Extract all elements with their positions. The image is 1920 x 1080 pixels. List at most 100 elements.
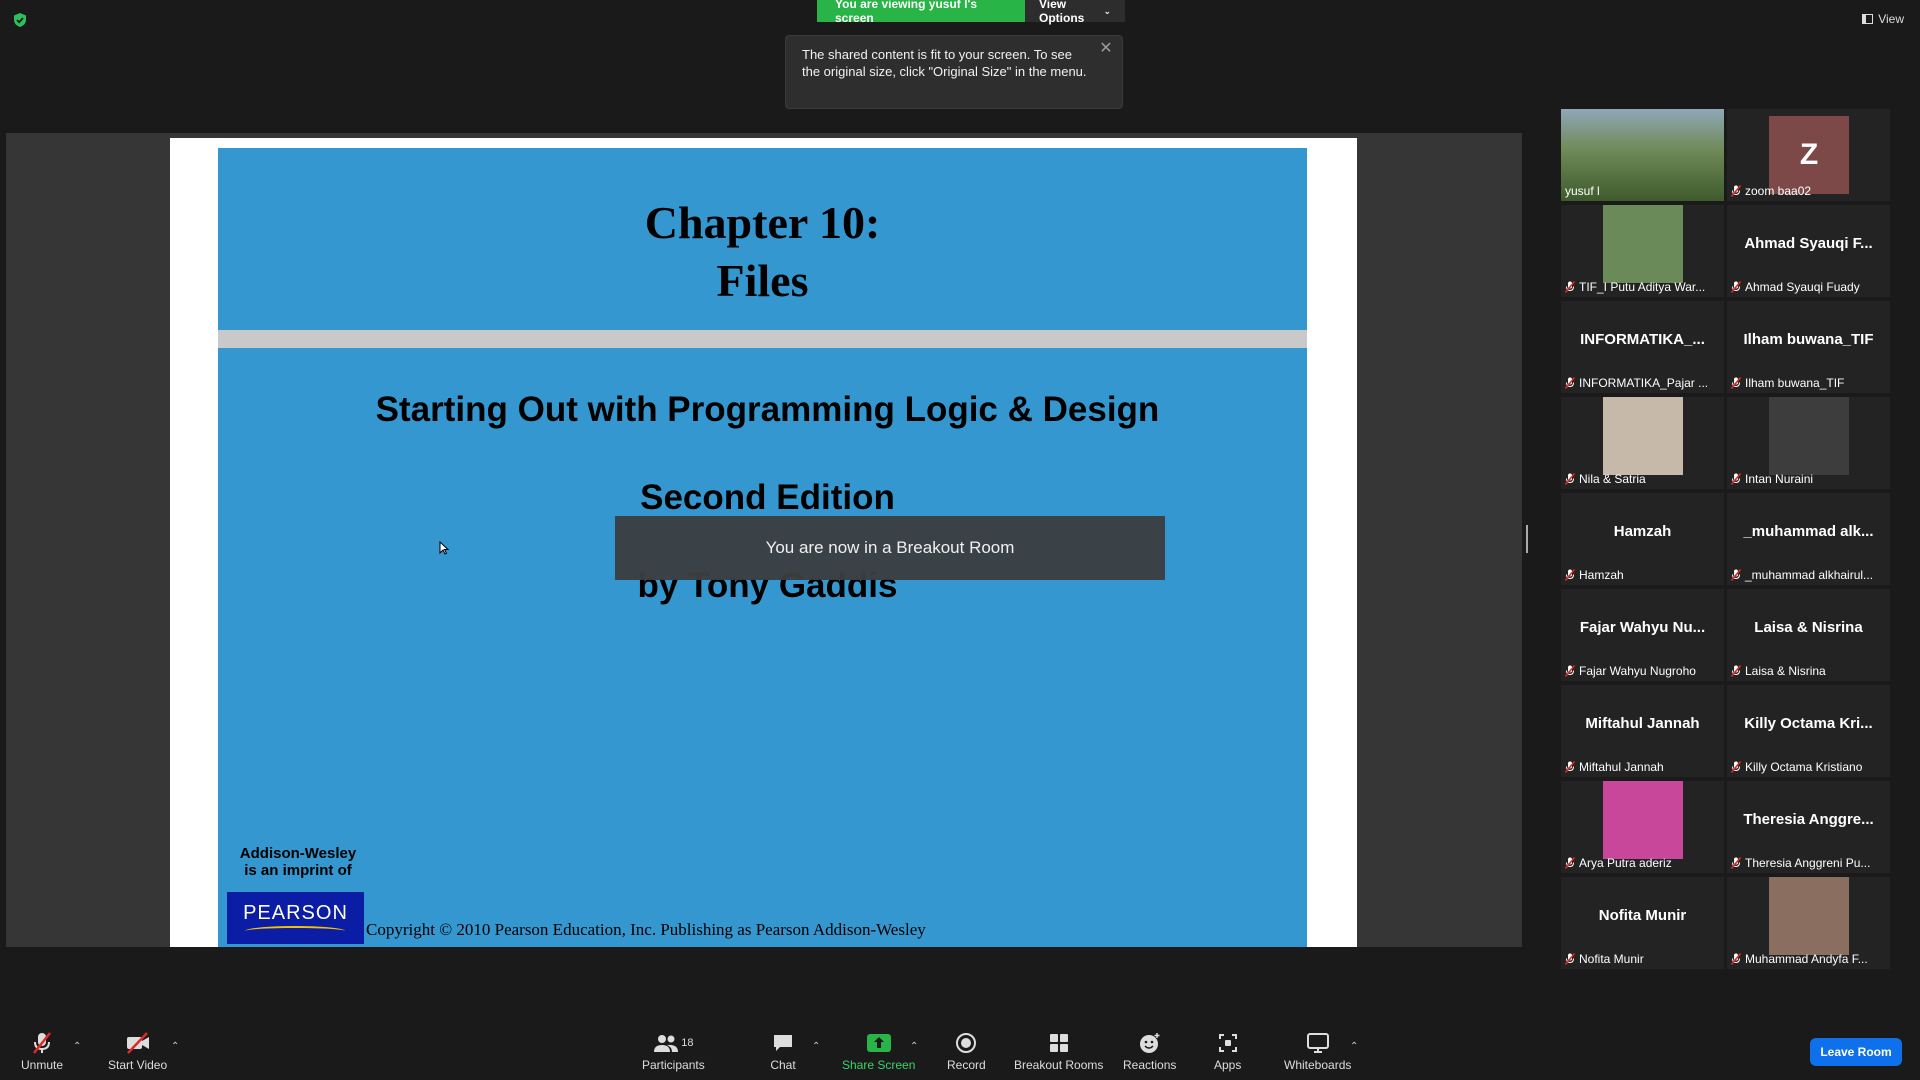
muted-mic-icon <box>1731 952 1742 966</box>
participant-tile[interactable]: Ahmad Syauqi F... Ahmad Syauqi Fuady <box>1727 205 1890 297</box>
chat-icon <box>770 1031 796 1055</box>
start-video-button[interactable]: Start Video <box>108 1031 167 1072</box>
view-options-label: View Options <box>1039 0 1085 25</box>
meeting-toolbar: Unmute ⌃ Start Video ⌃ 18 Participants C… <box>0 1019 1920 1080</box>
record-icon <box>953 1031 979 1055</box>
share-screen-button[interactable]: Share Screen <box>842 1031 915 1072</box>
participant-tile[interactable]: Hamzah Hamzah <box>1561 493 1724 585</box>
reactions-label: Reactions <box>1123 1058 1177 1072</box>
panel-resize-handle[interactable] <box>1526 525 1528 553</box>
participant-tile[interactable]: Ilham buwana_TIF Ilham buwana_TIF <box>1727 301 1890 393</box>
video-off-icon <box>125 1031 151 1055</box>
tooltip-text: The shared content is fit to your screen… <box>802 47 1087 79</box>
apps-icon <box>1215 1031 1241 1055</box>
participant-tile[interactable]: TIF_I Putu Aditya War... <box>1561 205 1724 297</box>
participant-display-name: Nofita Munir <box>1598 907 1687 924</box>
muted-mic-icon <box>1731 184 1742 198</box>
participant-name: Hamzah <box>1579 568 1624 582</box>
participant-tile[interactable]: Nofita Munir Nofita Munir <box>1561 877 1724 969</box>
participant-tile[interactable]: Intan Nuraini <box>1727 397 1890 489</box>
muted-mic-icon <box>1731 376 1742 390</box>
unmute-label: Unmute <box>21 1058 64 1072</box>
participant-label: Ahmad Syauqi Fuady <box>1731 280 1886 294</box>
participant-label: yusuf l <box>1565 184 1720 198</box>
view-options-button[interactable]: View Options ⌄ <box>1025 0 1125 25</box>
participant-tile[interactable]: Nila & Satria <box>1561 397 1724 489</box>
muted-mic-icon <box>1731 280 1742 294</box>
participant-label: Nila & Satria <box>1565 472 1720 486</box>
slide-divider <box>218 330 1307 348</box>
participant-name: Miftahul Jannah <box>1579 760 1664 774</box>
participant-tile[interactable]: Fajar Wahyu Nu... Fajar Wahyu Nugroho <box>1561 589 1724 681</box>
leave-room-button[interactable]: Leave Room <box>1810 1038 1902 1066</box>
muted-mic-icon <box>1565 760 1576 774</box>
mouse-cursor-icon <box>439 541 449 555</box>
participant-name: Laisa & Nisrina <box>1745 664 1826 678</box>
participant-display-name: Miftahul Jannah <box>1585 715 1700 732</box>
muted-mic-icon <box>1731 664 1742 678</box>
view-button[interactable]: View <box>1862 12 1904 26</box>
participant-name: Muhammad Andyfa F... <box>1745 952 1868 966</box>
slide-title-line1: Chapter 10: <box>644 197 881 248</box>
whiteboards-button[interactable]: Whiteboards <box>1284 1031 1351 1072</box>
participant-display-name: _muhammad alk... <box>1743 523 1874 540</box>
participant-tile[interactable]: Theresia Anggre... Theresia Anggreni Pu..… <box>1727 781 1890 873</box>
muted-mic-icon <box>1565 568 1576 582</box>
participant-name: Arya Putra aderiz <box>1579 856 1672 870</box>
avatar-initial: Z <box>1769 116 1849 194</box>
participant-display-name: Laisa & Nisrina <box>1754 619 1863 636</box>
participant-tile[interactable]: Arya Putra aderiz <box>1561 781 1724 873</box>
chat-options-caret[interactable]: ⌃ <box>812 1041 820 1052</box>
participant-label: Miftahul Jannah <box>1565 760 1720 774</box>
participant-name: Nila & Satria <box>1579 472 1646 486</box>
chat-label: Chat <box>770 1058 796 1072</box>
share-options-caret[interactable]: ⌃ <box>910 1041 918 1052</box>
chat-button[interactable]: Chat <box>770 1031 796 1072</box>
view-grid-icon <box>1862 14 1874 24</box>
participant-name: _muhammad alkhairul... <box>1745 568 1874 582</box>
record-button[interactable]: Record <box>947 1031 986 1072</box>
participant-label: _muhammad alkhairul... <box>1731 568 1886 582</box>
muted-mic-icon <box>1565 856 1576 870</box>
reactions-button[interactable]: Reactions <box>1123 1031 1176 1072</box>
apps-label: Apps <box>1214 1058 1242 1072</box>
participants-count: 18 <box>681 1037 694 1049</box>
participant-tile[interactable]: _muhammad alk... _muhammad alkhairul... <box>1727 493 1890 585</box>
participant-tile[interactable]: Killy Octama Kri... Killy Octama Kristian… <box>1727 685 1890 777</box>
participant-display-name: Ilham buwana_TIF <box>1743 331 1874 348</box>
publisher-name: Addison-Wesley <box>239 845 357 862</box>
participant-name: Fajar Wahyu Nugroho <box>1579 664 1696 678</box>
publisher-imprint: Addison-Wesley is an imprint of <box>236 845 360 879</box>
view-label: View <box>1878 12 1904 26</box>
avatar <box>1769 877 1849 955</box>
participant-tile[interactable]: Miftahul Jannah Miftahul Jannah <box>1561 685 1724 777</box>
pearson-logo-text: PEARSON <box>243 902 348 924</box>
unmute-button[interactable]: Unmute <box>21 1031 63 1072</box>
video-options-caret[interactable]: ⌃ <box>171 1041 179 1052</box>
participant-tile[interactable]: Zzoom baa02 <box>1727 109 1890 201</box>
participant-tile[interactable]: Laisa & Nisrina Laisa & Nisrina <box>1727 589 1890 681</box>
apps-button[interactable]: Apps <box>1214 1031 1241 1072</box>
participant-tile[interactable]: Muhammad Andyfa F... <box>1727 877 1890 969</box>
avatar <box>1603 781 1683 859</box>
participant-display-name: Hamzah <box>1613 523 1672 540</box>
audio-options-caret[interactable]: ⌃ <box>73 1041 81 1052</box>
shield-icon[interactable] <box>12 12 28 28</box>
participants-label: Participants <box>642 1058 705 1072</box>
slide-title: Chapter 10: Files <box>218 194 1307 310</box>
whiteboard-options-caret[interactable]: ⌃ <box>1350 1041 1358 1052</box>
slide-edition: Second Edition <box>640 478 895 517</box>
participant-name: INFORMATIKA_Pajar ... <box>1579 376 1709 390</box>
participant-tile[interactable]: yusuf l <box>1561 109 1724 201</box>
participant-tile[interactable]: INFORMATIKA_... INFORMATIKA_Pajar ... <box>1561 301 1724 393</box>
share-banner: You are viewing yusuf l's screen View Op… <box>817 0 1125 25</box>
participants-button[interactable]: 18 Participants <box>642 1031 705 1072</box>
whiteboards-label: Whiteboards <box>1284 1058 1352 1072</box>
breakout-rooms-button[interactable]: Breakout Rooms <box>1014 1031 1103 1072</box>
close-icon[interactable]: ✕ <box>1098 41 1114 57</box>
participant-display-name: Theresia Anggre... <box>1743 811 1874 828</box>
participant-label: Intan Nuraini <box>1731 472 1886 486</box>
participant-label: zoom baa02 <box>1731 184 1886 198</box>
muted-mic-icon <box>1565 952 1576 966</box>
participant-label: Fajar Wahyu Nugroho <box>1565 664 1720 678</box>
